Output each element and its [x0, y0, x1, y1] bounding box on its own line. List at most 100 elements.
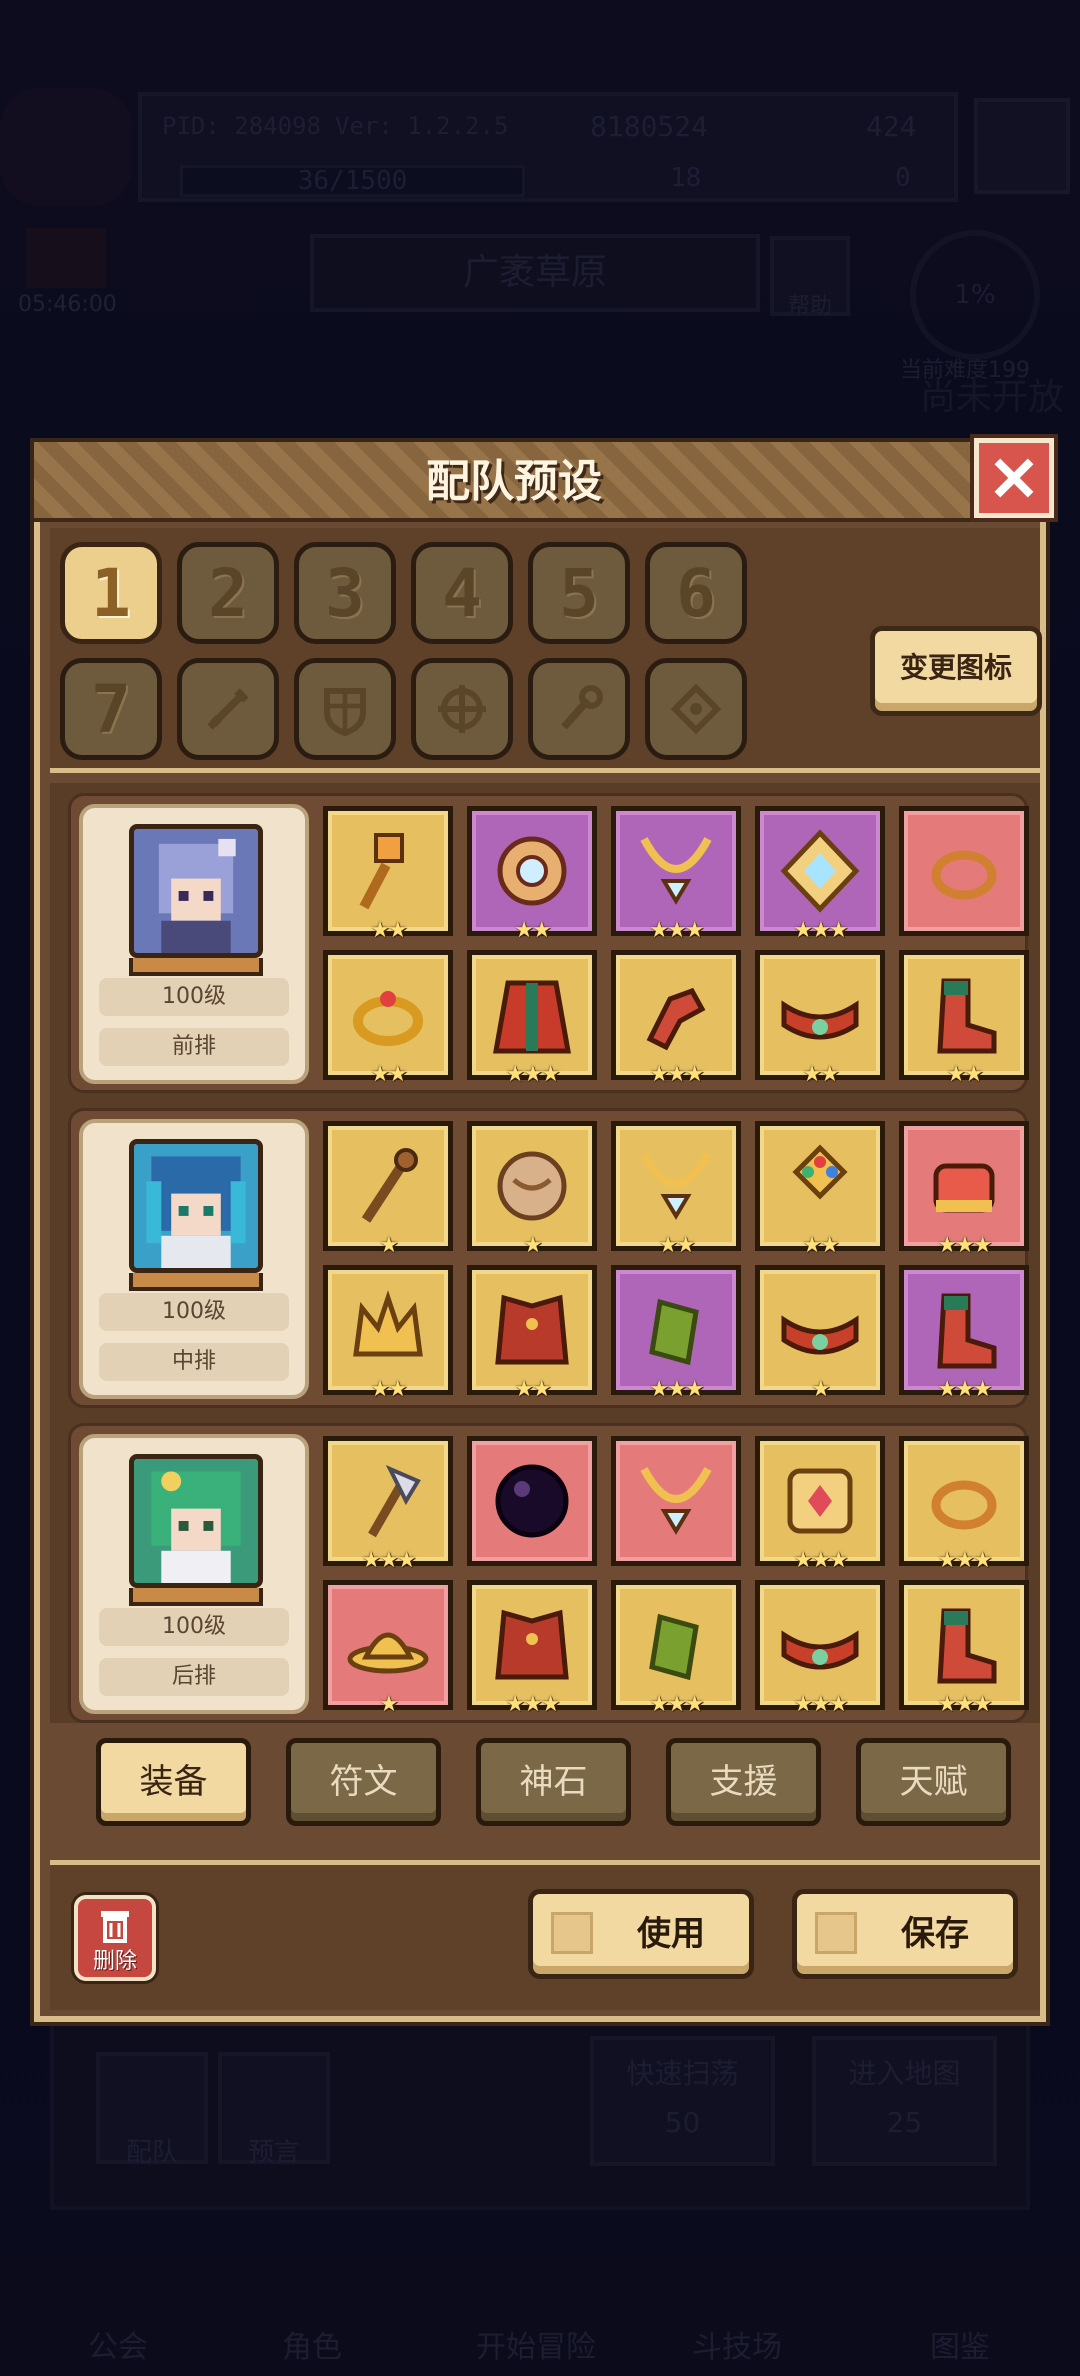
- equipment-slot[interactable]: ★★★: [899, 1121, 1029, 1258]
- tab-support[interactable]: 支援: [666, 1738, 821, 1826]
- hero-card[interactable]: 100级 后排: [79, 1434, 309, 1714]
- change-icon-button[interactable]: 变更图标: [870, 626, 1042, 716]
- dialog-titlebar: 配队预设: [34, 442, 994, 522]
- tab-equipment[interactable]: 装备: [96, 1738, 251, 1826]
- hero-card[interactable]: 100级 前排: [79, 804, 309, 1084]
- tab-runes[interactable]: 符文: [286, 1738, 441, 1826]
- preset-4[interactable]: 4: [411, 542, 513, 644]
- preset-gem[interactable]: [645, 658, 747, 760]
- hero-position: 中排: [99, 1343, 289, 1381]
- nav-arena[interactable]: 斗技场: [692, 2322, 782, 2366]
- equipment-slot[interactable]: ★: [323, 1580, 453, 1717]
- equipment-slot[interactable]: ★: [323, 1121, 453, 1258]
- equipment-slot[interactable]: ★★★: [611, 806, 741, 943]
- portrait-base: [129, 958, 263, 976]
- star-rating: ★: [379, 1233, 399, 1258]
- star-rating: ★★★: [793, 1548, 848, 1573]
- equipment-slot[interactable]: ★★★: [611, 1265, 741, 1402]
- equipment-slot[interactable]: ★★: [899, 950, 1029, 1087]
- use-button[interactable]: 使用: [528, 1889, 754, 1979]
- star-rating: ★★★: [649, 1062, 704, 1087]
- equipment-slot[interactable]: [899, 806, 1029, 936]
- nav-start-adventure[interactable]: 开始冒险: [476, 2322, 596, 2366]
- star-rating: ★★★: [793, 1692, 848, 1717]
- tab-divine-stones[interactable]: 神石: [476, 1738, 631, 1826]
- delete-button[interactable]: 删除: [74, 1895, 156, 1981]
- hero-card[interactable]: 100级 中排: [79, 1119, 309, 1399]
- equipment-slot[interactable]: ★★★: [899, 1436, 1029, 1573]
- equipment-slot[interactable]: ★★: [755, 1121, 885, 1258]
- preview-button[interactable]: 预言: [218, 2052, 330, 2168]
- star-rating: ★: [379, 1692, 399, 1717]
- preset-7[interactable]: 7: [60, 658, 162, 760]
- star-rating: ★★: [802, 1062, 839, 1087]
- close-button[interactable]: [974, 438, 1054, 518]
- equipment-slot[interactable]: ★★★: [755, 1580, 885, 1717]
- compass-icon: [438, 685, 486, 733]
- staff-icon: [361, 1148, 418, 1223]
- equipment-slot[interactable]: ★★: [611, 1121, 741, 1258]
- equipment-slot[interactable]: ★★: [323, 950, 453, 1087]
- nav-codex[interactable]: 图鉴: [930, 2322, 990, 2366]
- boots-icon: [937, 978, 997, 1054]
- energy-bar: 36/1500: [180, 165, 525, 197]
- nav-guild[interactable]: 公会: [88, 2322, 148, 2366]
- team-row-front: 100级 前排 ★★ ★★ ★★★ ★★★ ★★ ★★★ ★★★ ★★ ★★: [68, 793, 1029, 1093]
- settings-button[interactable]: [974, 98, 1070, 194]
- equipment-slot[interactable]: ★★: [467, 806, 597, 943]
- hero-level: 100级: [99, 978, 289, 1016]
- quick-sweep-button[interactable]: 快速扫荡 50: [590, 2036, 775, 2166]
- dark-orb-icon: [495, 1464, 569, 1538]
- preset-sword[interactable]: [177, 658, 279, 760]
- team-preset-dialog: 配队预设 1 2 3 4 5 6 7 变更图标 100级 前排 ★★ ★★ ★★…: [34, 438, 1054, 2022]
- equipment-slot[interactable]: ★: [467, 1121, 597, 1258]
- preset-3[interactable]: 3: [294, 542, 396, 644]
- equipment-slot[interactable]: ★★★: [611, 1580, 741, 1717]
- equipment-slot[interactable]: ★★★: [323, 1436, 453, 1573]
- belt-icon: [781, 1630, 859, 1670]
- save-button[interactable]: 保存: [792, 1889, 1018, 1979]
- preset-5[interactable]: 5: [528, 542, 630, 644]
- equipment-slot[interactable]: ★★★: [755, 1436, 885, 1573]
- equipment-slot[interactable]: ★★: [755, 950, 885, 1087]
- portrait-base: [129, 1588, 263, 1606]
- preset-6[interactable]: 6: [645, 542, 747, 644]
- equipment-slot[interactable]: [611, 1436, 741, 1566]
- preset-2[interactable]: 2: [177, 542, 279, 644]
- equipment-slot[interactable]: ★★: [323, 1265, 453, 1402]
- preset-staff[interactable]: [528, 658, 630, 760]
- robe-armor-icon: [493, 980, 571, 1054]
- equipment-slot[interactable]: ★★: [323, 806, 453, 943]
- preset-1[interactable]: 1: [60, 542, 162, 644]
- hero-level: 100级: [99, 1293, 289, 1331]
- upload-icon: [815, 1912, 857, 1954]
- equipment-slot[interactable]: ★★★: [467, 1580, 597, 1717]
- team-button[interactable]: 配队: [96, 2052, 208, 2168]
- equipment-slot[interactable]: ★★★: [467, 950, 597, 1087]
- hat-icon: [347, 1632, 429, 1674]
- bracer-icon: [649, 1613, 699, 1681]
- equipment-slot[interactable]: ★★★: [899, 1265, 1029, 1402]
- preset-compass[interactable]: [411, 658, 513, 760]
- bracer-icon: [649, 1298, 699, 1366]
- equipment-slot[interactable]: ★★★: [755, 806, 885, 943]
- equipment-slot[interactable]: ★★: [467, 1265, 597, 1402]
- player-avatar[interactable]: [0, 88, 132, 206]
- equipment-slot[interactable]: [467, 1436, 597, 1566]
- axe-icon: [368, 1465, 421, 1538]
- enter-map-button[interactable]: 进入地图 25: [812, 2036, 997, 2166]
- equipment-slot[interactable]: ★: [755, 1265, 885, 1402]
- nav-character[interactable]: 角色: [282, 2322, 342, 2366]
- area-name: 广袤草原: [310, 234, 760, 312]
- help-button[interactable]: 帮助: [770, 236, 850, 319]
- preset-shield[interactable]: [294, 658, 396, 760]
- equipment-slot[interactable]: ★★★: [611, 950, 741, 1087]
- gift-icon[interactable]: [26, 228, 106, 288]
- tab-talents[interactable]: 天赋: [856, 1738, 1011, 1826]
- belt-icon: [781, 1315, 859, 1355]
- star-rating: ★★: [658, 1233, 695, 1258]
- team-list: 100级 前排 ★★ ★★ ★★★ ★★★ ★★ ★★★ ★★★ ★★ ★★ 1…: [50, 783, 1040, 1723]
- equipment-slot[interactable]: ★★★: [899, 1580, 1029, 1717]
- quick-sweep-cost: 50: [664, 2106, 701, 2139]
- diamond-gem-icon: [780, 829, 860, 913]
